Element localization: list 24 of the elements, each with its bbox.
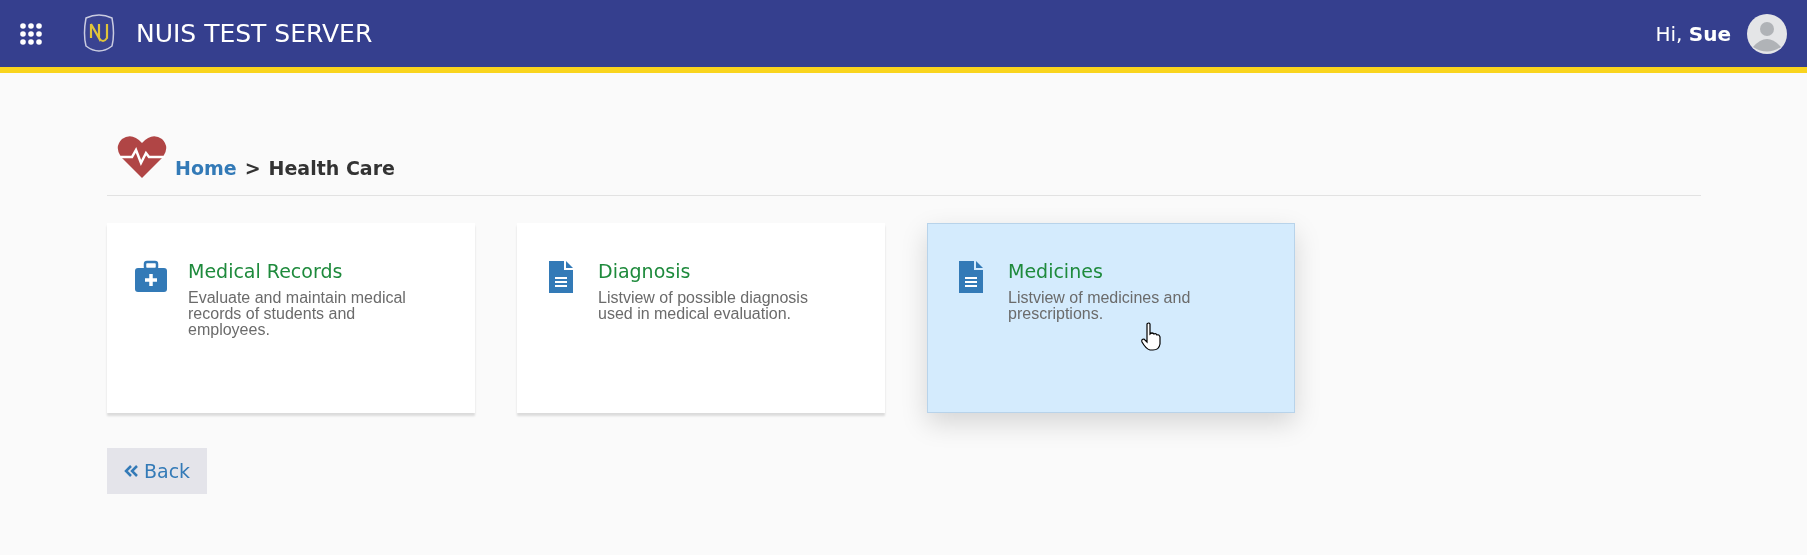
user-greeting: Hi, Sue [1655,21,1731,46]
hand-cursor-icon [1140,322,1162,352]
breadcrumb-current: Health Care [268,157,395,179]
back-button[interactable]: Back [107,448,208,494]
card-title: Medicines [1008,260,1104,282]
module-card[interactable]: Medical Records Evaluate and maintain medical records of students and employees. [107,223,475,413]
apps-menu-icon[interactable] [20,22,42,45]
card-description: Evaluate and maintain medical records of students and employees. [188,290,407,338]
medical-kit-icon [134,260,168,294]
card-title: Diagnosis [598,260,692,282]
breadcrumb-separator: > [244,157,261,179]
card-title: Medical Records [188,260,344,282]
document-icon [548,260,574,294]
crest-logo-icon [82,13,116,54]
app-title: NUIS TEST SERVER [136,19,373,48]
module-card[interactable]: Medicines Listview of medicines and prescriptions. [927,223,1295,413]
document-icon [958,260,984,294]
heartbeat-icon [117,135,167,179]
card-description: Listview of possible diagnosis used in medical evaluation. [598,290,809,322]
card-description: Listview of medicines and prescriptions. [1008,290,1192,322]
module-card[interactable]: Diagnosis Listview of possible diagnosis used in medical evaluation. [517,223,885,413]
double-chevron-left-icon [124,465,138,477]
avatar-icon[interactable] [1747,13,1787,54]
breadcrumb-link[interactable]: Home [175,157,237,179]
